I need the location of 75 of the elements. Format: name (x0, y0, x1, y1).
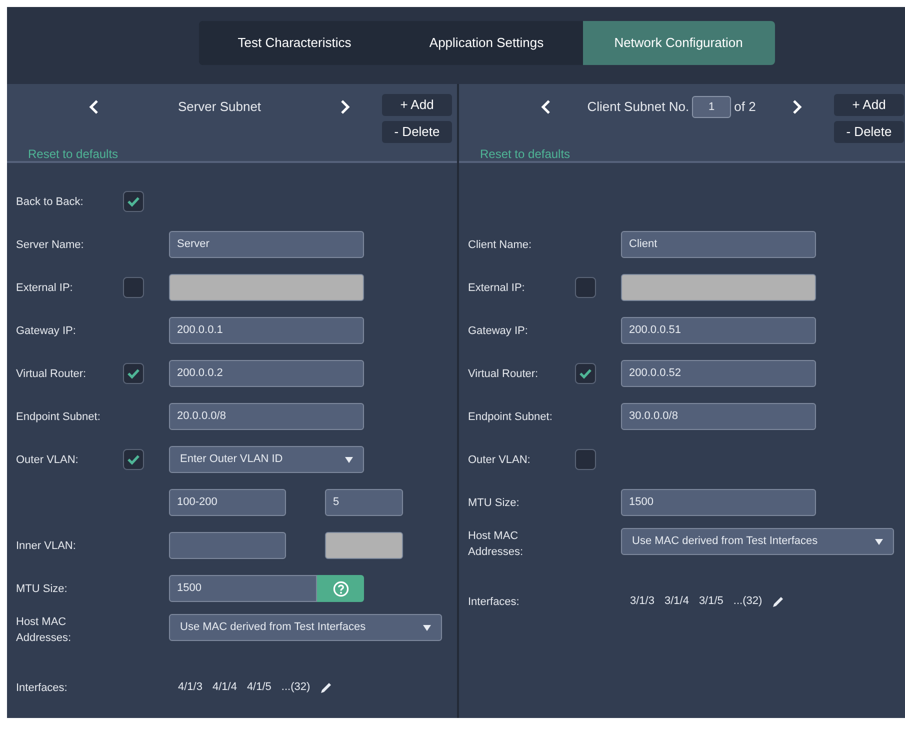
subnet-count: of 2 (734, 98, 756, 116)
delete-button[interactable]: - Delete (382, 121, 452, 143)
field-label: Inner VLAN: (16, 538, 77, 554)
input-field[interactable]: 100-200 (169, 489, 286, 516)
add-button[interactable]: + Add (382, 94, 452, 116)
pencil-icon[interactable] (772, 596, 784, 608)
input-field[interactable]: 1500 (621, 489, 816, 516)
interface-port: 3/1/5 (698, 594, 724, 610)
input-field[interactable] (169, 532, 286, 559)
field-label: Endpoint Subnet: (468, 410, 554, 424)
pencil-icon[interactable] (320, 682, 332, 694)
interface-port: ...(32) (281, 680, 310, 696)
subnet-number-field[interactable]: 1 (692, 96, 732, 118)
input-field[interactable]: 200.0.0.51 (621, 317, 816, 344)
reset-link[interactable]: Reset to defaults (480, 145, 570, 163)
field-label: Interfaces: (468, 594, 520, 610)
checkmark-icon (127, 454, 140, 465)
chevron-left-icon (541, 99, 551, 115)
help-icon (332, 580, 348, 596)
field-label: Virtual Router: (468, 366, 540, 382)
field-label: Outer VLAN: (468, 452, 532, 468)
checkbox[interactable] (575, 363, 596, 384)
checkbox[interactable] (123, 363, 144, 384)
field-label: Gateway IP: (16, 324, 77, 338)
chevron-left-icon (89, 99, 99, 115)
chevron-right-icon (792, 99, 802, 115)
help-button[interactable] (317, 575, 364, 602)
chevron-right-icon (340, 99, 350, 115)
input-field[interactable]: 200.0.0.1 (169, 317, 364, 344)
checkbox[interactable] (575, 449, 596, 470)
checkmark-icon (579, 368, 592, 379)
delete-button[interactable]: - Delete (834, 121, 904, 143)
checkbox[interactable] (123, 191, 144, 212)
input-field[interactable]: 20.0.0.0/8 (169, 403, 364, 430)
field-label: MTU Size: (16, 582, 68, 596)
field-label: Host MAC Addresses: (468, 529, 524, 560)
input-field[interactable]: 1500 (169, 575, 317, 602)
interface-port: 4/1/5 (246, 680, 272, 696)
subnet-title: Server Subnet (178, 98, 262, 116)
dropdown-arrow-icon (875, 538, 883, 544)
interface-port: ...(32) (733, 594, 762, 610)
dropdown-arrow-icon (423, 624, 431, 630)
input-field[interactable]: 5 (325, 489, 403, 516)
dropdown[interactable]: Use MAC derived from Test Interfaces (169, 614, 442, 641)
field-label: Gateway IP: (468, 324, 529, 338)
interface-port: 4/1/4 (212, 680, 237, 696)
field-label: Client Name: (468, 238, 533, 252)
checkmark-icon (127, 368, 140, 379)
field-label: External IP: (16, 280, 74, 296)
checkbox[interactable] (123, 449, 144, 470)
interface-port: 3/1/4 (664, 594, 689, 610)
field-label: Interfaces: (16, 680, 68, 696)
input-field[interactable]: 200.0.0.52 (621, 360, 816, 387)
dropdown[interactable]: Use MAC derived from Test Interfaces (621, 528, 894, 555)
field-label: MTU Size: (468, 496, 520, 510)
input-field[interactable]: 30.0.0.0/8 (621, 403, 816, 430)
field-label: Server Name: (16, 238, 85, 252)
tab[interactable]: Network Configuration (582, 21, 774, 65)
field-label: Outer VLAN: (16, 452, 80, 468)
interface-port: 4/1/3 (178, 680, 202, 696)
field-label: Endpoint Subnet: (16, 410, 102, 424)
checkmark-icon (127, 196, 140, 207)
interface-port: 3/1/3 (630, 594, 654, 610)
input-field[interactable]: 200.0.0.2 (169, 360, 364, 387)
dropdown-arrow-icon (345, 456, 353, 462)
add-button[interactable]: + Add (834, 94, 904, 116)
field-label: Host MAC Addresses: (16, 615, 72, 646)
field-label: External IP: (468, 280, 526, 296)
field-label: Back to Back: (16, 194, 84, 210)
dropdown[interactable]: Enter Outer VLAN ID (169, 446, 364, 473)
field-label: Virtual Router: (16, 366, 88, 382)
input-field[interactable]: Client (621, 231, 816, 258)
subnet-title: Client Subnet No. (587, 98, 690, 116)
input-field[interactable]: Server (169, 231, 364, 258)
reset-link[interactable]: Reset to defaults (28, 145, 118, 163)
